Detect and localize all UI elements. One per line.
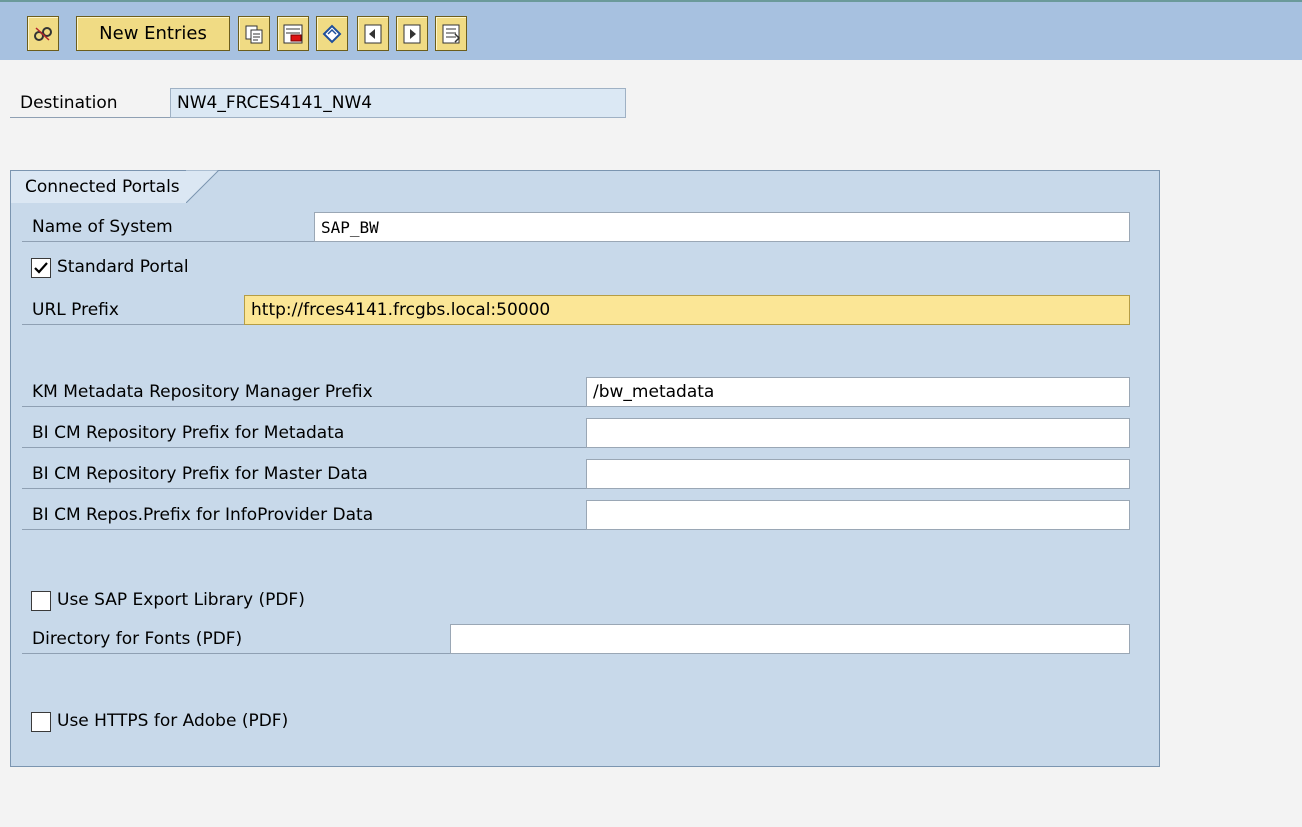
select-all-icon <box>442 24 461 43</box>
application-toolbar: New Entries <box>0 0 1302 60</box>
bi-cm-infoprovider-label-row: BI CM Repos.Prefix for InfoProvider Data <box>22 500 586 530</box>
destination-value: NW4_FRCES4141_NW4 <box>177 93 373 113</box>
url-prefix-label-row: URL Prefix <box>22 295 244 325</box>
directory-fonts-label-row: Directory for Fonts (PDF) <box>22 624 450 654</box>
sap-export-library-label: Use SAP Export Library (PDF) <box>57 590 305 610</box>
new-entries-button[interactable]: New Entries <box>76 16 230 51</box>
destination-label: Destination <box>20 92 118 113</box>
group-title: Connected Portals <box>25 177 180 197</box>
bi-cm-infoprovider-field[interactable] <box>586 500 1130 530</box>
name-of-system-label: Name of System <box>32 216 173 237</box>
bi-cm-master-label-row: BI CM Repository Prefix for Master Data <box>22 459 586 489</box>
https-adobe-checkbox[interactable] <box>31 712 51 732</box>
km-metadata-value: /bw_metadata <box>593 382 715 402</box>
name-of-system-value: SAP_BW <box>321 217 379 237</box>
new-entries-label: New Entries <box>99 23 207 44</box>
previous-entry-button[interactable] <box>357 16 389 51</box>
tab-corner-shape <box>185 170 220 203</box>
next-entry-icon <box>403 24 421 43</box>
km-metadata-label: KM Metadata Repository Manager Prefix <box>32 381 373 402</box>
bi-cm-metadata-label: BI CM Repository Prefix for Metadata <box>32 422 345 443</box>
directory-fonts-label: Directory for Fonts (PDF) <box>32 628 243 649</box>
delete-icon <box>283 24 303 43</box>
checkmark-icon <box>34 262 48 274</box>
destination-field: NW4_FRCES4141_NW4 <box>170 88 626 118</box>
next-entry-button[interactable] <box>396 16 428 51</box>
bi-cm-metadata-label-row: BI CM Repository Prefix for Metadata <box>22 418 586 448</box>
undo-icon <box>322 24 342 43</box>
standard-portal-label: Standard Portal <box>57 257 189 277</box>
undo-button[interactable] <box>316 16 348 51</box>
select-all-button[interactable] <box>435 16 467 51</box>
delete-button[interactable] <box>277 16 309 51</box>
url-prefix-field[interactable]: http://frces4141.frcgbs.local:50000 <box>244 295 1130 325</box>
standard-portal-checkbox[interactable] <box>31 258 51 278</box>
https-adobe-label: Use HTTPS for Adobe (PDF) <box>57 711 289 731</box>
url-prefix-value: http://frces4141.frcgbs.local:50000 <box>251 300 551 320</box>
directory-fonts-field[interactable] <box>450 624 1130 654</box>
connected-portals-tab: Connected Portals <box>10 170 220 203</box>
display-change-button[interactable] <box>27 16 59 51</box>
km-metadata-field[interactable]: /bw_metadata <box>586 377 1130 407</box>
bi-cm-master-label: BI CM Repository Prefix for Master Data <box>32 463 368 484</box>
destination-label-row: Destination <box>10 88 170 118</box>
bi-cm-metadata-field[interactable] <box>586 418 1130 448</box>
name-of-system-label-row: Name of System <box>22 212 314 242</box>
copy-icon <box>245 25 263 43</box>
km-metadata-label-row: KM Metadata Repository Manager Prefix <box>22 377 586 407</box>
url-prefix-label: URL Prefix <box>32 299 119 320</box>
previous-entry-icon <box>364 24 382 43</box>
bi-cm-master-field[interactable] <box>586 459 1130 489</box>
glasses-icon <box>34 26 52 41</box>
bi-cm-infoprovider-label: BI CM Repos.Prefix for InfoProvider Data <box>32 504 374 525</box>
sap-export-library-checkbox[interactable] <box>31 591 51 611</box>
copy-button[interactable] <box>238 16 270 51</box>
name-of-system-field[interactable]: SAP_BW <box>314 212 1130 242</box>
